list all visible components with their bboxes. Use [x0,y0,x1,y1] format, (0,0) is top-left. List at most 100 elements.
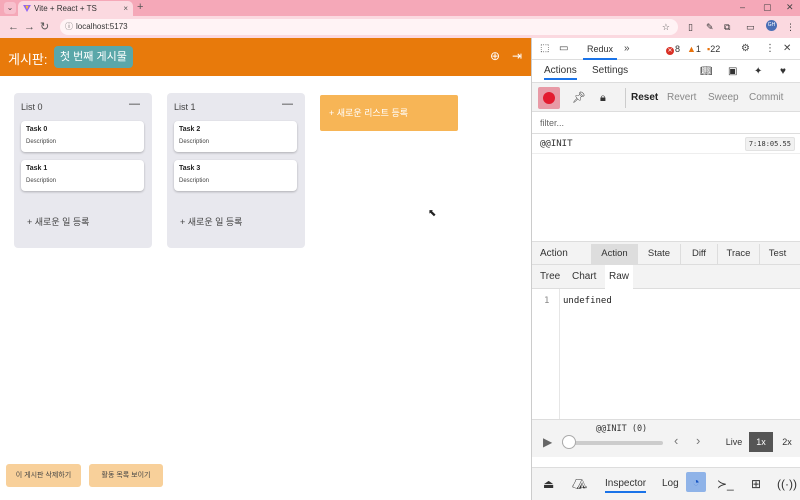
pin-icon[interactable]: 📌︎ [572,90,586,106]
inspector-label: Action [540,248,568,259]
close-devtools-icon[interactable]: ✕ [783,42,791,56]
tab-diff[interactable]: Diff [680,244,717,264]
add-task-button[interactable]: + 새로운 일 등록 [27,215,89,228]
heart-icon[interactable]: ♥ [780,66,786,78]
slider-track[interactable] [562,441,663,445]
tab-chart[interactable]: Chart [568,265,600,289]
inspector-tabbar: Action Action State Diff Trace Test [532,241,800,265]
console-icon[interactable]: ≻_ [717,476,734,492]
live-button[interactable]: Live [723,432,745,452]
extensions-puzzle-icon[interactable]: ⧉ [724,20,730,34]
show-activity-button[interactable]: 활동 목록 보이기 [89,464,163,487]
tab-raw[interactable]: Raw [605,265,634,289]
add-list-button[interactable]: + 새로운 리스트 등록 [320,95,458,131]
devtools-panel: ⬚ ▭ Redux » ✕ 8 ▲1 ▪22 ⚙ ⋮ ✕ Actions Sett… [531,38,800,500]
error-count-badge[interactable]: ✕ 8 [666,43,680,55]
action-name: @@INIT [540,139,573,149]
action-filter-input[interactable]: filter... [532,112,800,134]
slider-monitor-icon[interactable]: ⊞ [751,476,761,492]
slider-label: @@INIT (0) [596,424,648,434]
tab-tree[interactable]: Tree [536,265,564,289]
twitter-icon[interactable]: ✦ [754,66,762,78]
browser-menu-icon[interactable]: ⋮ [786,20,795,34]
speed-1x-button[interactable]: 1x [749,432,773,452]
speed-2x-button[interactable]: 2x [779,432,795,452]
forward-icon[interactable]: → [24,19,35,35]
devtools-menu-icon[interactable]: ⋮ [765,42,775,56]
site-info-icon[interactable]: ⓘ [65,19,73,35]
revert-button[interactable]: Revert [667,91,696,105]
sweep-button[interactable]: Sweep [708,91,739,105]
settings-gear-icon[interactable]: ⚙ [741,42,750,56]
slider-handle[interactable] [562,435,576,449]
tab-settings[interactable]: Settings [592,64,628,78]
tab-state[interactable]: State [637,244,680,264]
play-icon[interactable]: ▶ [543,435,552,449]
step-back-icon[interactable]: ‹ [674,433,678,448]
close-window-button[interactable]: ✕ [786,0,794,15]
eyedropper-icon[interactable]: ✎ [706,20,714,34]
tab-test[interactable]: Test [759,244,795,264]
tab-close-icon[interactable]: × [123,1,128,16]
address-bar[interactable]: ⓘ localhost:5173 ☆ [60,19,678,35]
minimize-button[interactable]: – [740,0,745,15]
action-list-item[interactable]: @@INIT 7:18:05.55 [532,134,800,154]
tab-trace[interactable]: Trace [717,244,759,264]
tab-log[interactable]: Log [662,477,679,491]
record-icon[interactable] [538,87,560,109]
add-task-button[interactable]: + 새로운 일 등록 [180,215,242,228]
list-column: List 0 — Task 0 Description Task 1 Descr… [14,93,152,248]
task-card[interactable]: Task 2 Description [174,121,297,152]
time-travel-slider: @@INIT (0) ▶ ‹ › Live 1x 2x [532,419,800,457]
task-card[interactable]: Task 0 Description [21,121,144,152]
action-timestamp: 7:18:05.55 [744,137,795,151]
browser-toolbar: ← → ↻ ⓘ localhost:5173 ☆ ▯ ✎ ⧉ ▭ GH ⋮ [0,16,800,38]
task-card[interactable]: Task 1 Description [21,160,144,191]
sidepanel-icon[interactable]: ▭ [746,20,755,34]
device-toolbar-icon[interactable]: ▭ [559,42,568,56]
remote-icon[interactable]: ((·)) [777,476,797,492]
bookmark-star-icon[interactable]: ☆ [662,19,670,35]
inspect-element-icon[interactable]: ⬚ [540,42,549,56]
commit-button[interactable]: Commit [749,91,783,105]
persist-icon[interactable]: ⛺︎ [572,476,587,492]
more-panels-icon[interactable]: » [624,42,630,56]
logout-icon[interactable]: ⇥ [512,49,522,63]
tab-redux[interactable]: Redux [583,38,618,60]
browser-tab[interactable]: Vite + React + TS × [18,1,133,16]
inspector-subtabs: Tree Chart Raw [532,265,800,289]
back-icon[interactable]: ← [8,19,19,35]
feedback-icon[interactable]: ▣ [728,66,737,78]
tab-action[interactable]: Action [591,244,637,264]
list-collapse-icon[interactable]: — [282,98,293,110]
tab-actions[interactable]: Actions [544,64,577,80]
add-board-icon[interactable]: ⊕ [490,49,500,63]
list-collapse-icon[interactable]: — [129,98,140,110]
reload-icon[interactable]: ↻ [40,19,49,35]
tab-title: Vite + React + TS [34,4,97,13]
lock-icon[interactable]: 🔒︎ [600,90,606,106]
reset-button[interactable]: Reset [631,91,658,105]
dispatcher-icon[interactable]: ⏏ [543,476,554,492]
page-title: 게시판: [8,52,48,67]
task-card[interactable]: Task 3 Description [174,160,297,191]
delete-board-button[interactable]: 이 게시판 삭제하기 [6,464,81,487]
board-name-badge[interactable]: 첫 번째 게시물 [54,46,133,68]
issues-count-badge[interactable]: ▪22 [707,43,720,55]
profile-avatar[interactable]: GH [766,20,777,31]
vite-favicon-icon [23,5,31,12]
raw-value: undefined [563,296,612,306]
extension-icon[interactable]: ▯ [688,20,693,34]
tab-inspector[interactable]: Inspector [605,477,647,493]
maximize-button[interactable]: ▢ [763,0,772,15]
list-title: List 0 [21,102,43,112]
new-tab-button[interactable]: + [137,0,143,15]
warning-count-badge[interactable]: ▲1 [687,43,701,55]
tab-search-icon[interactable]: ⌄ [4,2,16,14]
url-text: localhost:5173 [76,22,128,31]
chart-monitor-icon[interactable]: ◔ [686,472,706,492]
task-description: Description [26,178,57,184]
docs-book-icon[interactable]: 📖︎ [700,66,713,78]
devtools-bottombar: ⏏ ⛺︎ Inspector Log ◔ ≻_ ⊞ ((·)) [532,467,800,500]
step-forward-icon[interactable]: › [696,433,700,448]
